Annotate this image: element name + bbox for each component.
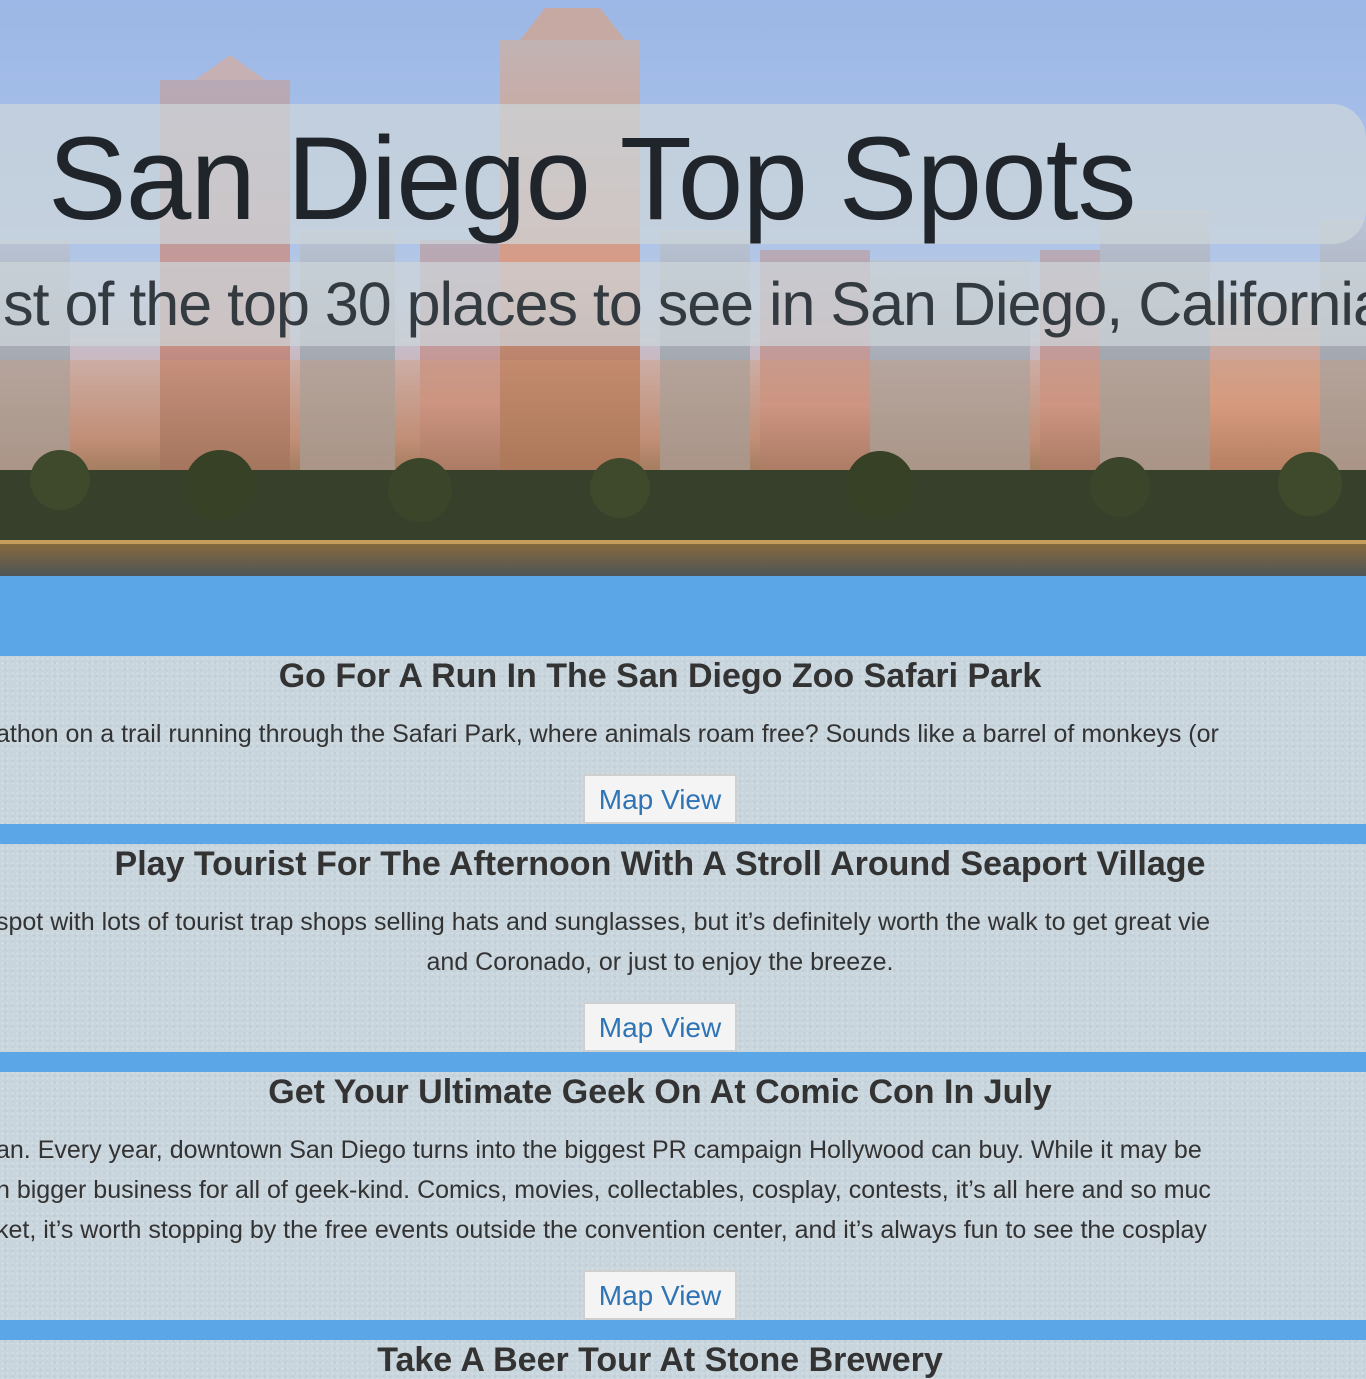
divider xyxy=(0,1320,1366,1340)
spot-title: Take A Beer Tour At Stone Brewery xyxy=(377,1341,943,1379)
spot-description: athon on a trail running through the Saf… xyxy=(0,720,1219,748)
divider xyxy=(0,1052,1366,1072)
spot-title: Play Tourist For The Afternoon With A St… xyxy=(114,845,1206,883)
spots-list: Go For A Run In The San Diego Zoo Safari… xyxy=(0,656,1366,1379)
page-subtitle: list of the top 30 places to see in San … xyxy=(0,270,1366,338)
hero-banner: San Diego Top Spots list of the top 30 p… xyxy=(0,0,1366,576)
spot-title: Get Your Ultimate Geek On At Comic Con I… xyxy=(268,1073,1052,1111)
spot-description: spot with lots of tourist trap shops sel… xyxy=(0,908,1211,936)
map-view-button[interactable]: Map View xyxy=(583,774,737,824)
map-view-button[interactable]: Map View xyxy=(583,1270,737,1320)
page-title: San Diego Top Spots xyxy=(48,113,1136,245)
map-view-button[interactable]: Map View xyxy=(583,1002,737,1052)
spot-title: Go For A Run In The San Diego Zoo Safari… xyxy=(278,657,1042,695)
spot-description: n bigger business for all of geek-kind. … xyxy=(0,1176,1211,1204)
accent-band xyxy=(0,576,1366,656)
spot-description: ket, it’s worth stopping by the free eve… xyxy=(0,1216,1207,1244)
spot-description: and Coronado, or just to enjoy the breez… xyxy=(426,948,894,976)
divider xyxy=(0,824,1366,844)
spot-description: an. Every year, downtown San Diego turns… xyxy=(0,1136,1202,1164)
